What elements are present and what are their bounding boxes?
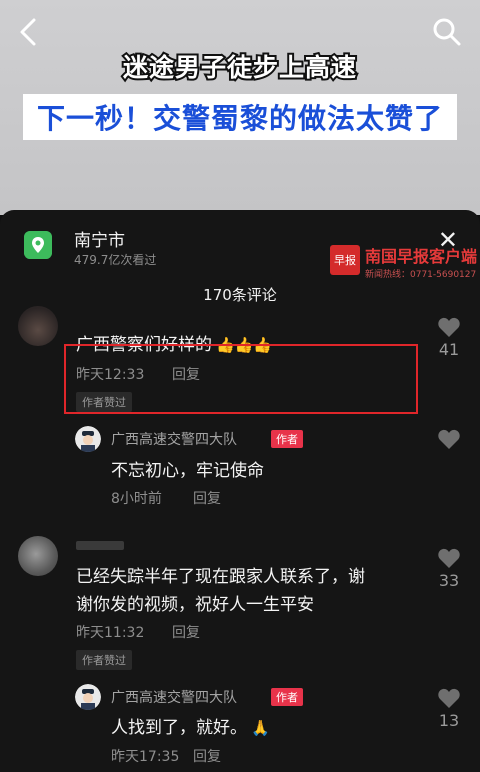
reply-button[interactable]: 回复 <box>172 622 200 642</box>
video-headline-2: 下一秒！交警蜀黎的做法太赞了 <box>0 94 480 140</box>
video-headline-1: 迷途男子徒步上高速 <box>121 51 358 84</box>
reply-time: 昨天17:35 <box>111 749 180 765</box>
watermark-title: 南国早报客户端 <box>365 247 478 266</box>
video-area[interactable]: 迷途男子徒步上高速 下一秒！交警蜀黎的做法太赞了 <box>0 0 480 215</box>
author-liked-badge: 作者赞过 <box>76 650 132 670</box>
comment-count: 170条评论 <box>203 286 277 304</box>
reply-button[interactable]: 回复 <box>193 488 221 508</box>
praying-hands-emoji: 🙏 <box>251 719 270 737</box>
reply-button[interactable]: 回复 <box>193 746 221 766</box>
avatar[interactable] <box>75 426 101 452</box>
back-arrow-icon[interactable] <box>14 14 44 50</box>
location-pin-icon[interactable] <box>24 231 52 259</box>
comment-text-line-1: 已经失踪半年了现在跟家人联系了，谢 <box>76 567 365 587</box>
avatar[interactable] <box>18 536 58 576</box>
like-count: 33 <box>438 571 460 590</box>
newspaper-watermark: 早报 南国早报客户端 新闻热线：0771-5690127 <box>330 243 480 285</box>
watermark-hotline: 新闻热线：0771-5690127 <box>365 270 477 280</box>
heart-icon[interactable] <box>437 547 461 569</box>
comment-time: 昨天11:32 <box>76 625 145 641</box>
heart-icon[interactable] <box>437 316 461 338</box>
like-count: 41 <box>438 340 460 359</box>
heart-icon[interactable] <box>437 428 461 450</box>
avatar[interactable] <box>75 684 101 710</box>
author-tag: 作者 <box>271 688 303 706</box>
comments-panel: 南宁市 479.7亿次看过 ✕ 170条评论 <box>0 210 480 772</box>
watermark-logo: 早报 <box>330 245 360 275</box>
location-views: 479.7亿次看过 <box>74 253 157 267</box>
heart-icon[interactable] <box>437 687 461 709</box>
highlight-box <box>64 344 418 414</box>
avatar[interactable] <box>18 306 58 346</box>
author-tag: 作者 <box>271 430 303 448</box>
location-name[interactable]: 南宁市 <box>74 226 125 251</box>
reply-text: 不忘初心，牢记使命 <box>111 461 264 481</box>
reply-username[interactable]: 广西高速交警四大队 <box>111 429 237 449</box>
reply-time: 8小时前 <box>111 491 162 507</box>
blurred-username <box>76 541 124 550</box>
reply-username[interactable]: 广西高速交警四大队 <box>111 687 237 707</box>
search-icon[interactable] <box>432 16 462 48</box>
reply-text: 人找到了，就好。 🙏 <box>111 718 270 738</box>
comment-text-line-2: 谢你发的视频，祝好人一生平安 <box>76 595 314 615</box>
like-count: 13 <box>438 711 460 730</box>
